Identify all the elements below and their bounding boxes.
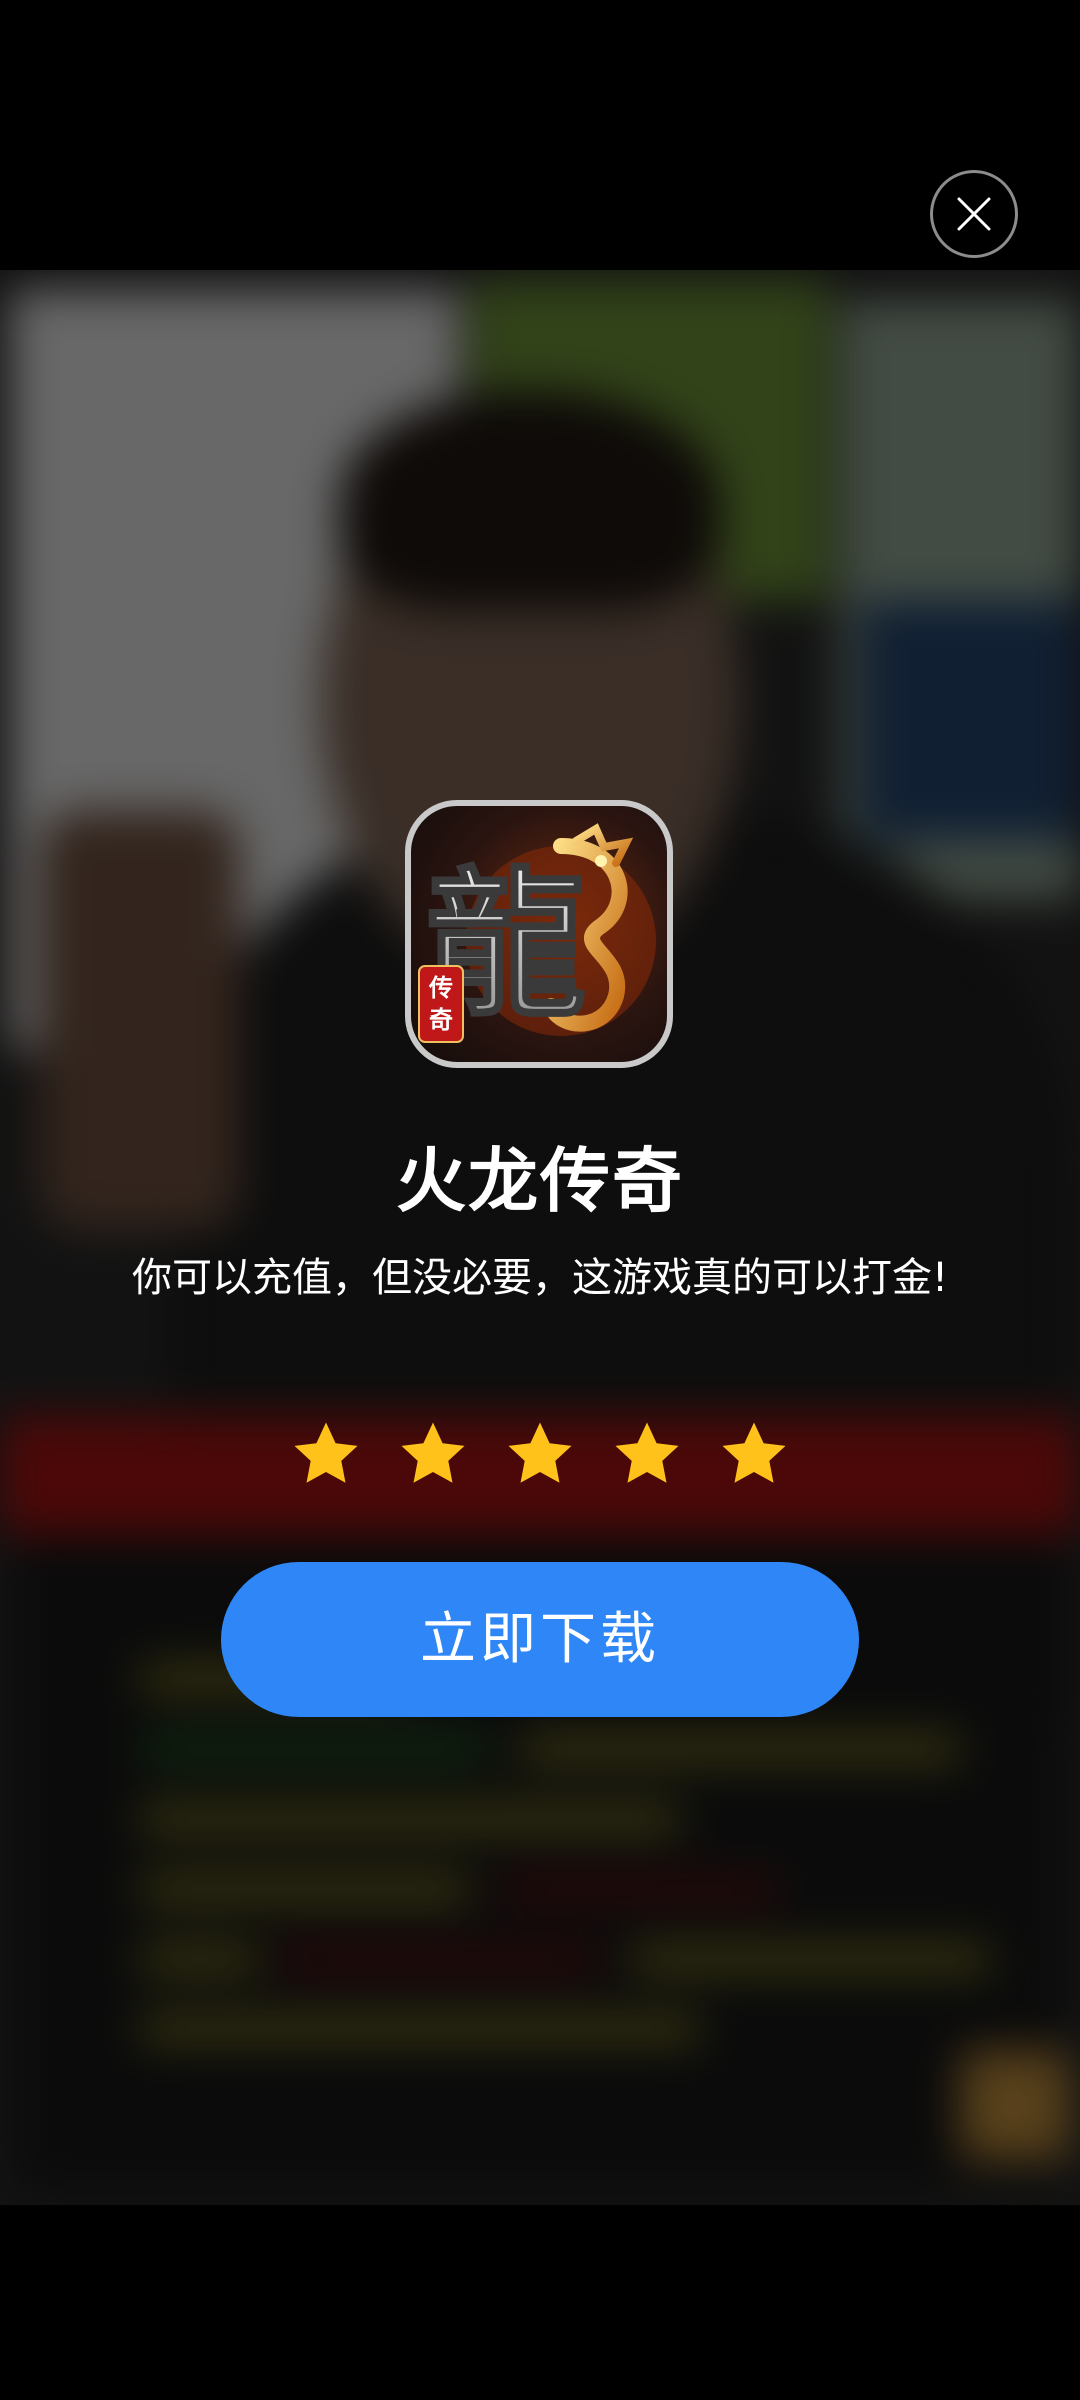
app-description: 你可以充值，但没必要，这游戏真的可以打金! xyxy=(131,1255,949,1301)
star-icon xyxy=(294,1422,358,1483)
app-icon: 龍 传 奇 xyxy=(405,800,673,1068)
star-icon xyxy=(508,1422,572,1483)
close-icon xyxy=(957,197,991,231)
background-dim-overlay xyxy=(0,270,1080,2205)
star-icon xyxy=(401,1422,465,1483)
star-icon xyxy=(615,1422,679,1483)
background-video xyxy=(0,270,1080,2205)
dragon-logo-icon: 龍 传 奇 xyxy=(418,823,656,1043)
close-button[interactable] xyxy=(930,170,1018,258)
rating-stars xyxy=(290,1418,790,1498)
star-icon xyxy=(722,1422,786,1483)
svg-text:奇: 奇 xyxy=(429,1006,453,1034)
svg-text:传: 传 xyxy=(428,974,453,1002)
app-title: 火龙传奇 xyxy=(396,1140,684,1222)
ad-screen: 龍 传 奇 火龙传奇 你可以充值，但没必要，这游戏真的可以打金! 立即下载 xyxy=(0,0,1080,2400)
download-button[interactable]: 立即下载 xyxy=(221,1562,859,1717)
